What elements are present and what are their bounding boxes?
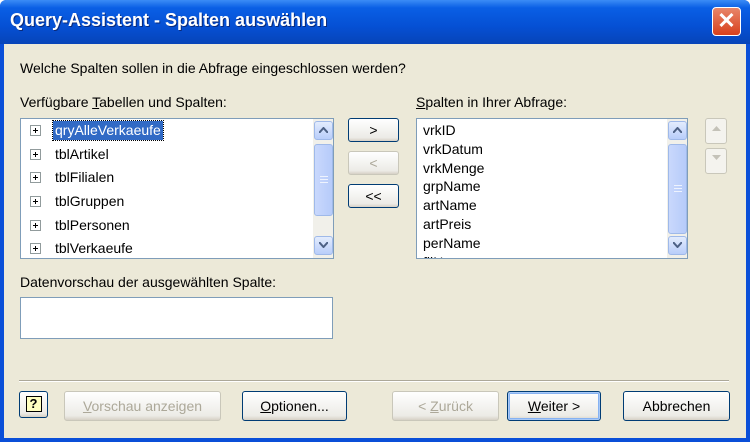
list-item[interactable]: grpName (423, 177, 484, 196)
back-button[interactable]: < Zurück (392, 391, 499, 421)
expand-icon[interactable] (30, 243, 41, 255)
query-wizard-window: Query-Assistent - Spalten auswählen ✕ We… (0, 0, 750, 442)
list-item[interactable]: perName (423, 234, 484, 253)
remove-all-columns-button[interactable]: << (348, 184, 399, 208)
available-tables-label: Verfügbare Tabellen und Spalten: (20, 94, 227, 110)
preview-field (20, 297, 333, 339)
available-list-scrollbar[interactable] (313, 119, 333, 258)
expand-icon[interactable] (30, 219, 41, 231)
table-name: tblVerkaeufe (55, 240, 133, 257)
table-name: tblGruppen (55, 193, 125, 210)
list-item[interactable]: vrkMenge (423, 159, 484, 178)
list-item[interactable]: qryAlleVerkaeufe (21, 119, 333, 143)
title-bar[interactable]: Query-Assistent - Spalten auswählen ✕ (0, 0, 750, 44)
selected-columns-rows: vrkID vrkDatum vrkMenge grpName artName artPr… (423, 121, 484, 258)
table-name: tblPersonen (55, 216, 130, 233)
table-name: tblArtikel (55, 145, 109, 162)
close-icon[interactable]: ✕ (712, 7, 741, 36)
move-down-icon[interactable] (705, 148, 727, 174)
next-button[interactable]: Weiter > (507, 391, 601, 421)
selected-list-scrollbar[interactable] (667, 119, 687, 258)
available-tables-list[interactable]: qryAlleVerkaeufe tblArtikel tblFilialen tbl… (20, 118, 334, 259)
list-item[interactable]: vrkDatum (423, 140, 484, 159)
list-item[interactable]: artPreis (423, 215, 484, 234)
list-item[interactable]: tblPersonen (21, 214, 333, 238)
table-name: qryAlleVerkaeufe (52, 120, 164, 141)
scroll-down-icon[interactable] (314, 236, 333, 255)
dialog-client-area: Welche Spalten sollen in die Abfrage ein… (4, 44, 746, 438)
preview-label: Datenvorschau der ausgewählten Spalte: (20, 274, 277, 290)
list-item[interactable]: tblFilialen (21, 166, 333, 190)
list-item[interactable]: vrkID (423, 121, 484, 140)
window-title: Query-Assistent - Spalten auswählen (10, 10, 328, 30)
scroll-thumb[interactable] (668, 144, 687, 234)
expand-icon[interactable] (30, 172, 41, 184)
add-column-button[interactable]: > (348, 118, 399, 142)
list-item[interactable]: tblVerkaeufe (21, 237, 333, 258)
scroll-thumb[interactable] (314, 144, 333, 216)
scroll-up-icon[interactable] (668, 121, 687, 140)
list-item[interactable]: filName (423, 253, 484, 258)
list-item[interactable]: artName (423, 196, 484, 215)
expand-icon[interactable] (30, 148, 41, 160)
help-icon[interactable]: ? (19, 391, 48, 418)
table-name: tblFilialen (55, 169, 115, 186)
prompt-text: Welche Spalten sollen in die Abfrage ein… (20, 60, 406, 76)
options-button[interactable]: Optionen... (242, 391, 347, 421)
list-item[interactable]: tblGruppen (21, 190, 333, 214)
move-up-icon[interactable] (705, 118, 727, 144)
scroll-up-icon[interactable] (314, 121, 333, 140)
available-tables-rows: qryAlleVerkaeufe tblArtikel tblFilialen tbl… (21, 119, 333, 258)
cancel-button[interactable]: Abbrechen (623, 391, 730, 421)
remove-column-button[interactable]: < (348, 151, 399, 175)
separator (19, 380, 729, 382)
list-item[interactable]: tblArtikel (21, 143, 333, 167)
expand-icon[interactable] (30, 196, 41, 208)
selected-columns-label: Spalten in Ihrer Abfrage: (416, 94, 567, 110)
preview-button[interactable]: Vorschau anzeigen (64, 391, 221, 421)
expand-icon[interactable] (30, 125, 41, 136)
scroll-down-icon[interactable] (668, 236, 687, 255)
selected-columns-list[interactable]: vrkID vrkDatum vrkMenge grpName artName artPr… (416, 118, 688, 259)
